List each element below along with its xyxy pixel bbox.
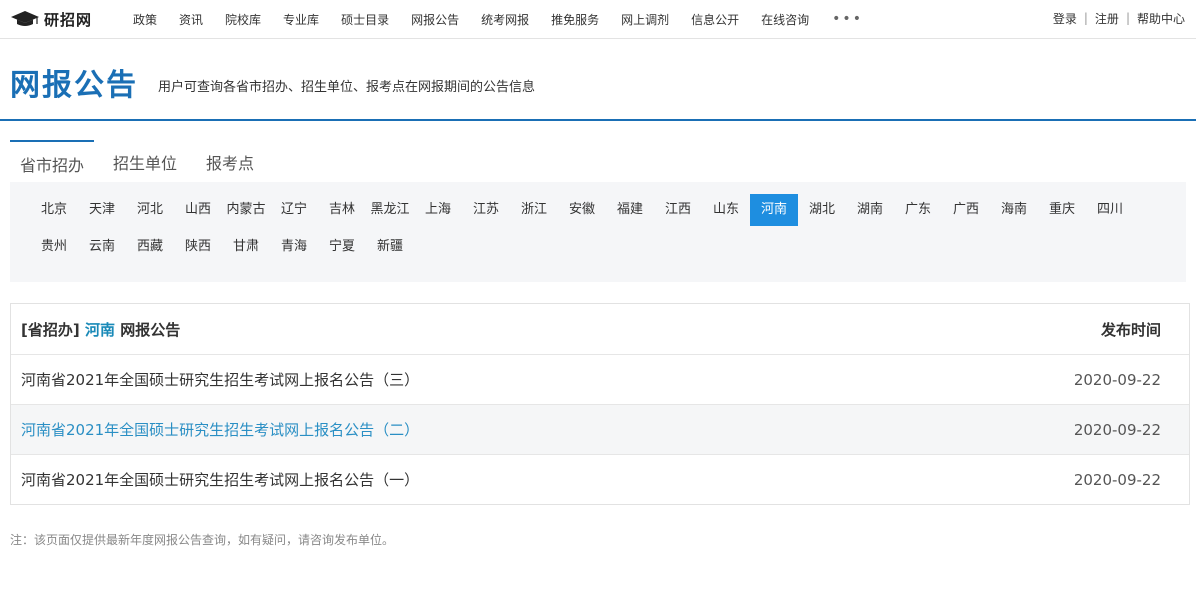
province-row1-15[interactable]: 河南 (750, 194, 798, 226)
province-row2-1[interactable]: 云南 (78, 231, 126, 263)
site-logo[interactable]: 研招网 (10, 8, 92, 30)
province-row2-0[interactable]: 贵州 (30, 231, 78, 263)
separator: | (1083, 11, 1088, 25)
user-links: 登录 | 注册 | 帮助中心 (1053, 0, 1185, 36)
province-row1-3[interactable]: 山西 (174, 194, 222, 226)
province-row1-1[interactable]: 天津 (78, 194, 126, 226)
nav-item-registration[interactable]: 统考网报 (481, 11, 529, 28)
province-row1-7[interactable]: 黑龙江 (366, 194, 414, 226)
province-row1-8[interactable]: 上海 (414, 194, 462, 226)
publish-date: 2020-09-22 (1073, 370, 1161, 389)
tab-provincial-office[interactable]: 省市招办 (10, 140, 94, 180)
page-header: 网报公告 用户可查询各省市招办、招生单位、报考点在网报期间的公告信息 (0, 40, 1196, 121)
category-tabs: 省市招办 招生单位 报考点 (10, 140, 273, 180)
publish-date: 2020-09-22 (1073, 420, 1161, 439)
login-link[interactable]: 登录 (1053, 10, 1077, 27)
nav-item-disclosure[interactable]: 信息公开 (691, 11, 739, 28)
tab-institutions[interactable]: 招生单位 (103, 140, 187, 180)
province-row1-19[interactable]: 广西 (942, 194, 990, 226)
province-row1-17[interactable]: 湖南 (846, 194, 894, 226)
table-title-province: 河南 (84, 320, 115, 339)
province-row1-16[interactable]: 湖北 (798, 194, 846, 226)
table-row: 河南省2021年全国硕士研究生招生考试网上报名公告（一） 2020-09-22 (11, 454, 1189, 504)
province-row2-7[interactable]: 新疆 (366, 231, 414, 263)
table-title: [省招办] 河南 网报公告 (21, 319, 180, 340)
separator: | (1125, 11, 1130, 25)
table-title-prefix: [省招办] (21, 320, 80, 339)
nav-item-recommend[interactable]: 推免服务 (551, 11, 599, 28)
province-row: 北京 天津 河北 山西 内蒙古 辽宁 吉林 黑龙江 上海 江苏 浙江 安徽 福建 江西 山东 河南 湖北 湖南 广东… (30, 194, 1134, 226)
tab-exam-sites[interactable]: 报考点 (196, 140, 264, 180)
announcement-link[interactable]: 河南省2021年全国硕士研究生招生考试网上报名公告（一） (21, 469, 419, 490)
province-row2-2[interactable]: 西藏 (126, 231, 174, 263)
province-row1-18[interactable]: 广东 (894, 194, 942, 226)
province-selector: 北京 天津 河北 山西 内蒙古 辽宁 吉林 黑龙江 上海 江苏 浙江 安徽 福建 江西 山东 河南 湖北 湖南 广东… (10, 182, 1186, 282)
province-row2-5[interactable]: 青海 (270, 231, 318, 263)
province-row1-12[interactable]: 福建 (606, 194, 654, 226)
nav-item-adjustment[interactable]: 网上调剂 (621, 11, 669, 28)
help-link[interactable]: 帮助中心 (1137, 10, 1185, 27)
province-row1-9[interactable]: 江苏 (462, 194, 510, 226)
nav-item-majors[interactable]: 专业库 (283, 11, 319, 28)
province-row1-10[interactable]: 浙江 (510, 194, 558, 226)
mortarboard-icon (11, 11, 39, 26)
province-row1-6[interactable]: 吉林 (318, 194, 366, 226)
province-row2-3[interactable]: 陕西 (174, 231, 222, 263)
nav-item-schools[interactable]: 院校库 (225, 11, 261, 28)
more-menu-icon[interactable]: ••• (832, 11, 863, 27)
nav-item-catalog[interactable]: 硕士目录 (341, 11, 389, 28)
province-row1-4[interactable]: 内蒙古 (222, 194, 270, 226)
province-row1-20[interactable]: 海南 (990, 194, 1038, 226)
nav-item-consult[interactable]: 在线咨询 (761, 11, 809, 28)
nav-item-announcements[interactable]: 网报公告 (411, 11, 459, 28)
province-row1-2[interactable]: 河北 (126, 194, 174, 226)
publish-date: 2020-09-22 (1073, 470, 1161, 489)
top-navbar: 研招网 政策 资讯 院校库 专业库 硕士目录 网报公告 统考网报 推免服务 网上… (0, 0, 1196, 39)
announcement-link[interactable]: 河南省2021年全国硕士研究生招生考试网上报名公告（三） (21, 369, 419, 390)
site-name: 研招网 (44, 10, 93, 29)
province-row2-6[interactable]: 宁夏 (318, 231, 366, 263)
footnote: 注：该页面仅提供最新年度网报公告查询，如有疑问，请咨询发布单位。 (10, 533, 395, 547)
table-header: [省招办] 河南 网报公告 发布时间 (11, 304, 1189, 354)
table-row: 河南省2021年全国硕士研究生招生考试网上报名公告（二） 2020-09-22 (11, 404, 1189, 454)
announcement-link[interactable]: 河南省2021年全国硕士研究生招生考试网上报名公告（二） (21, 419, 419, 440)
nav-item-news[interactable]: 资讯 (179, 11, 203, 28)
date-column-header: 发布时间 (1100, 320, 1161, 339)
register-link[interactable]: 注册 (1095, 10, 1119, 27)
province-row1-13[interactable]: 江西 (654, 194, 702, 226)
province-row1-22[interactable]: 四川 (1086, 194, 1134, 226)
main-nav: 政策 资讯 院校库 专业库 硕士目录 网报公告 统考网报 推免服务 网上调剂 信… (122, 0, 863, 38)
province-row1-11[interactable]: 安徽 (558, 194, 606, 226)
page-subtitle: 用户可查询各省市招办、招生单位、报考点在网报期间的公告信息 (158, 80, 536, 95)
nav-item-policy[interactable]: 政策 (133, 11, 157, 28)
table-row: 河南省2021年全国硕士研究生招生考试网上报名公告（三） 2020-09-22 (11, 354, 1189, 404)
province-row1-14[interactable]: 山东 (702, 194, 750, 226)
province-row2-4[interactable]: 甘肃 (222, 231, 270, 263)
province-row1-5[interactable]: 辽宁 (270, 194, 318, 226)
province-row1-0[interactable]: 北京 (30, 194, 78, 226)
announcement-table: [省招办] 河南 网报公告 发布时间 河南省2021年全国硕士研究生招生考试网上… (10, 303, 1190, 505)
province-row1-21[interactable]: 重庆 (1038, 194, 1086, 226)
table-title-suffix: 网报公告 (120, 320, 181, 339)
page-title: 网报公告 (10, 68, 138, 103)
province-row: 贵州 云南 西藏 陕西 甘肃 青海 宁夏 新疆 (30, 231, 414, 263)
